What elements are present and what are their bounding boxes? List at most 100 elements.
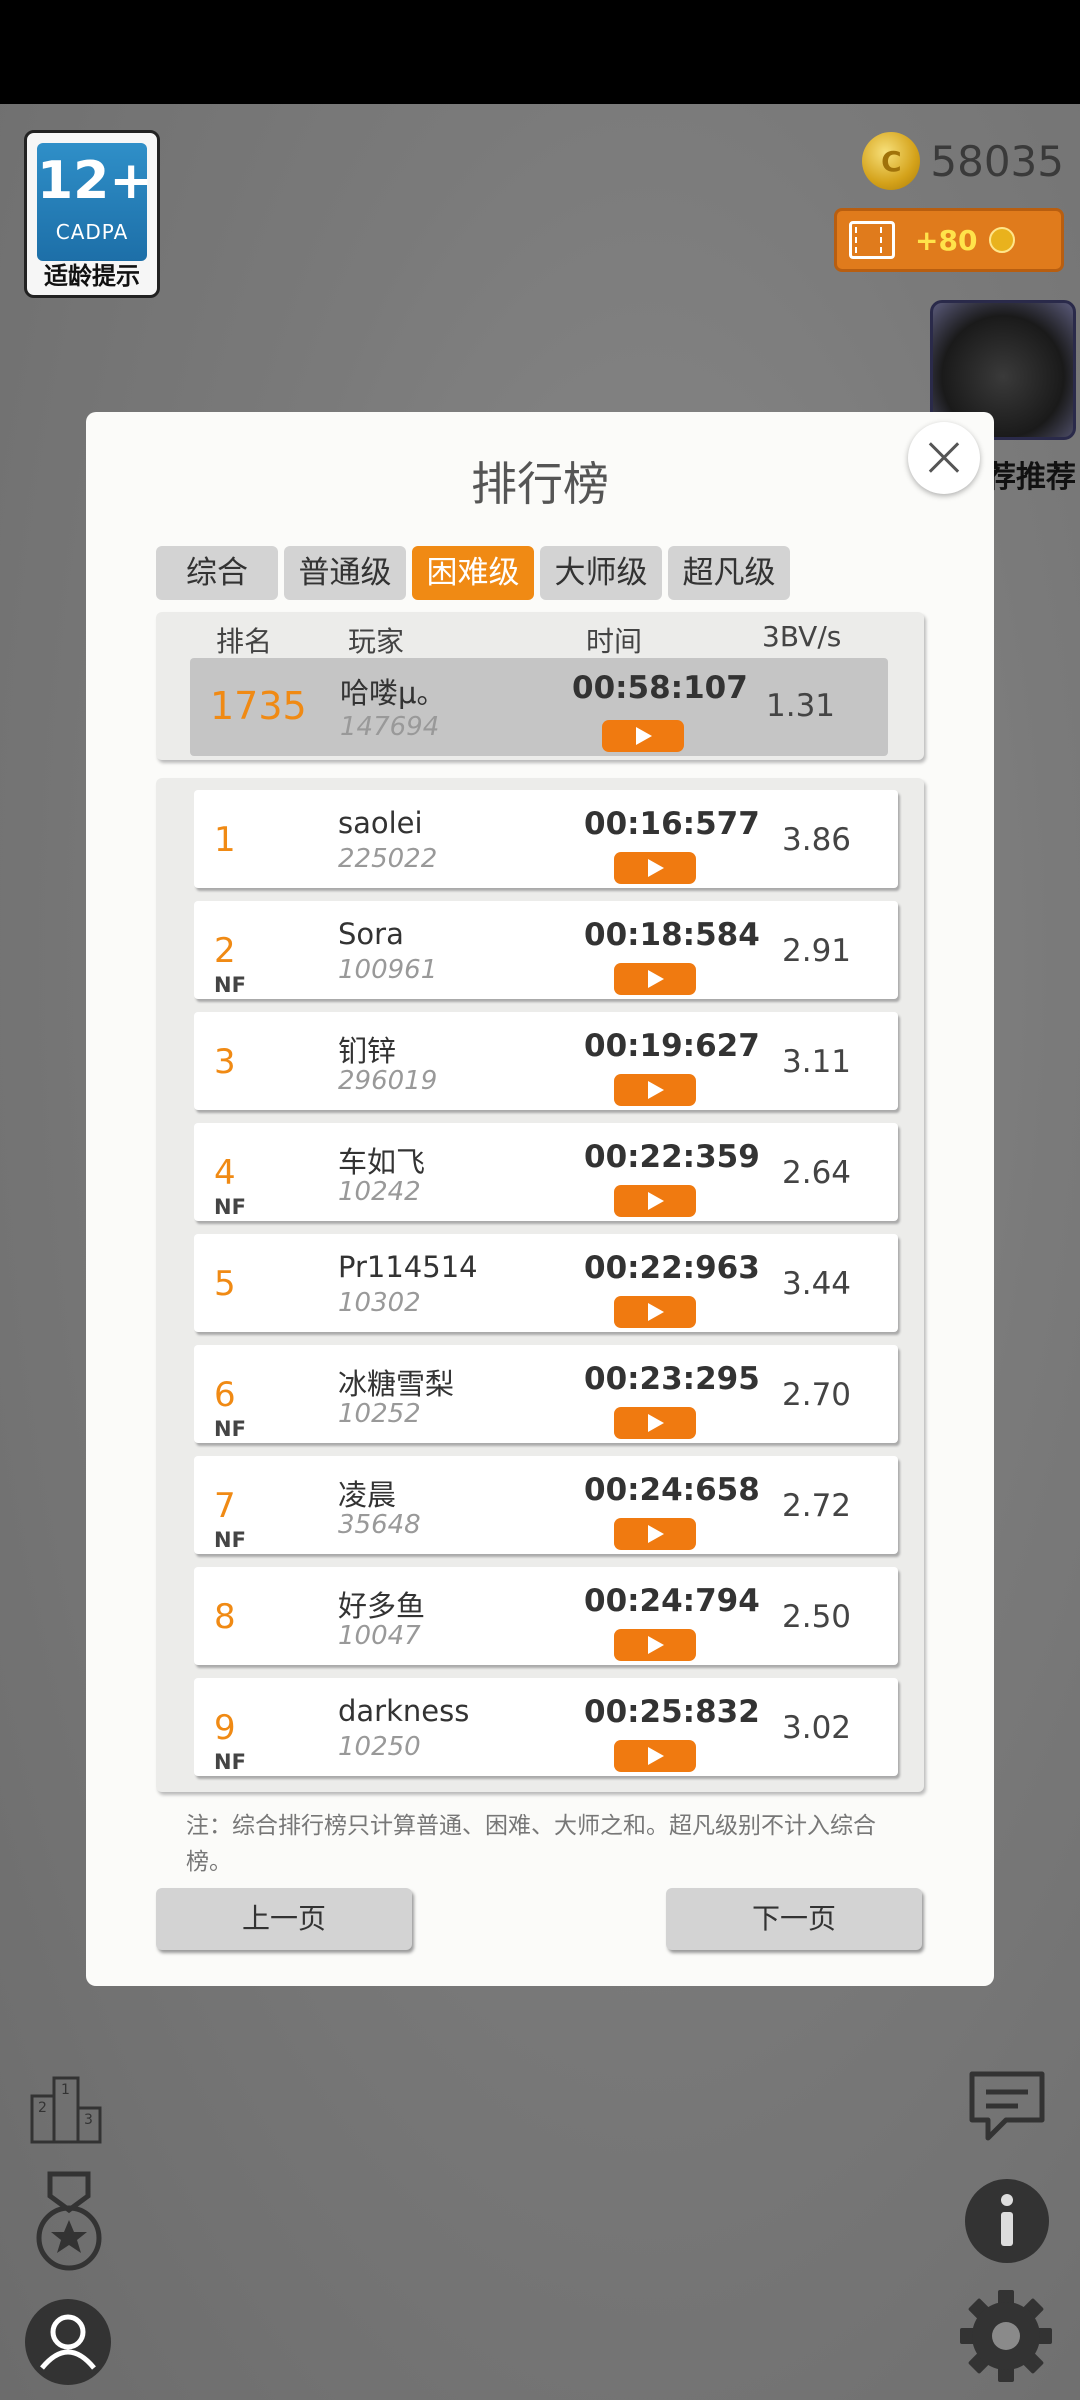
list-item: 5 Pr114514 10302 00:22:963 3.44	[194, 1234, 898, 1332]
entry-score: 10250	[338, 1732, 421, 1762]
entry-time: 00:23:295	[584, 1361, 760, 1397]
tab-hard[interactable]: 困难级	[412, 546, 534, 600]
entry-time: 00:24:658	[584, 1472, 760, 1508]
video-reward-amount: +80	[915, 223, 978, 257]
leaderboard-dialog: 排行榜 综合 普通级 困难级 大师级 超凡级 排名 玩家 时间 3BV/s 17…	[86, 412, 994, 1986]
entry-time: 00:22:359	[584, 1139, 760, 1175]
tab-overall[interactable]: 综合	[156, 546, 278, 600]
play-replay-button[interactable]	[614, 1740, 696, 1772]
entry-name: 好多鱼	[338, 1589, 426, 1623]
close-icon[interactable]	[908, 422, 980, 494]
entry-name: saolei	[338, 806, 423, 840]
entry-rate: 2.70	[782, 1377, 852, 1413]
entry-nf: NF	[214, 1528, 246, 1552]
entry-rank: 3	[214, 1042, 236, 1082]
gear-icon[interactable]	[958, 2288, 1054, 2384]
video-icon	[849, 221, 895, 259]
chat-icon[interactable]	[966, 2068, 1048, 2144]
header-rank: 排名	[216, 625, 273, 658]
entry-score: 35648	[338, 1510, 421, 1540]
entry-name: Sora	[338, 917, 404, 951]
tab-normal[interactable]: 普通级	[284, 546, 406, 600]
play-replay-button[interactable]	[614, 963, 696, 995]
medal-icon[interactable]	[30, 2170, 108, 2274]
entry-nf: NF	[214, 1195, 246, 1219]
play-replay-button[interactable]	[614, 1185, 696, 1217]
play-replay-button[interactable]	[614, 852, 696, 884]
play-replay-button[interactable]	[614, 1629, 696, 1661]
list-item: 2 NF Sora 100961 00:18:584 2.91	[194, 901, 898, 999]
entry-rate: 2.64	[782, 1155, 852, 1191]
watch-video-reward-button[interactable]: +80	[834, 208, 1064, 272]
entry-name: Pr114514	[338, 1250, 478, 1284]
entry-rank: 5	[214, 1264, 236, 1304]
entry-nf: NF	[214, 1417, 246, 1441]
prev-page-button[interactable]: 上一页	[156, 1888, 412, 1950]
list-item: 8 好多鱼 10047 00:24:794 2.50	[194, 1567, 898, 1665]
age-rating-number: 12+	[37, 151, 153, 211]
entry-nf: NF	[214, 1750, 246, 1774]
list-item: 1 saolei 225022 00:16:577 3.86	[194, 790, 898, 888]
entry-nf: NF	[214, 973, 246, 997]
tab-master[interactable]: 大师级	[540, 546, 662, 600]
entry-time: 00:25:832	[584, 1694, 760, 1730]
coin-icon: C	[862, 132, 921, 190]
my-score: 147694	[340, 712, 440, 742]
coin-balance: C 58035	[862, 132, 1064, 190]
my-rate: 1.31	[766, 688, 836, 724]
next-page-button[interactable]: 下一页	[666, 1888, 922, 1950]
difficulty-tabs: 综合 普通级 困难级 大师级 超凡级	[156, 546, 796, 600]
list-item: 9 NF darkness 10250 00:25:832 3.02	[194, 1678, 898, 1776]
play-replay-button[interactable]	[614, 1518, 696, 1550]
header-time: 时间	[586, 625, 643, 658]
play-replay-button[interactable]	[602, 720, 684, 752]
leaderboard-list: 1 saolei 225022 00:16:577 3.86 2 NF Sora…	[156, 778, 924, 1792]
entry-time: 00:16:577	[584, 806, 760, 842]
svg-text:3: 3	[84, 2112, 93, 2128]
recommend-label: 荐推荐	[986, 460, 1076, 495]
entry-name: 冰糖雪梨	[338, 1367, 455, 1401]
header-player: 玩家	[348, 625, 405, 658]
age-rating-badge[interactable]: 12+ CADPA 适龄提示	[24, 130, 160, 298]
entry-rate: 3.44	[782, 1266, 852, 1302]
entry-time: 00:24:794	[584, 1583, 760, 1619]
my-time: 00:58:107	[572, 670, 748, 706]
info-icon[interactable]	[964, 2178, 1050, 2264]
dialog-title: 排行榜	[471, 457, 609, 511]
entry-name: 凌晨	[338, 1478, 397, 1512]
entry-rank: 6	[214, 1375, 236, 1415]
age-rating-label: 适龄提示	[44, 262, 140, 290]
entry-rank: 8	[214, 1597, 236, 1637]
svg-text:2: 2	[38, 2100, 47, 2116]
entry-score: 10302	[338, 1288, 421, 1318]
svg-text:1: 1	[61, 2082, 70, 2098]
my-name: 哈喽μ。	[340, 676, 446, 710]
entry-rate: 2.50	[782, 1599, 852, 1635]
list-item: 3 钔锌 296019 00:19:627 3.11	[194, 1012, 898, 1110]
entry-score: 296019	[338, 1066, 438, 1096]
header-rate: 3BV/s	[762, 620, 842, 653]
entry-rate: 3.86	[782, 822, 852, 858]
status-bar	[0, 0, 1080, 104]
entry-score: 10047	[338, 1621, 421, 1651]
entry-rank: 1	[214, 820, 236, 860]
entry-time: 00:22:963	[584, 1250, 760, 1286]
play-replay-button[interactable]	[614, 1296, 696, 1328]
entry-score: 100961	[338, 955, 438, 985]
list-item: 7 NF 凌晨 35648 00:24:658 2.72	[194, 1456, 898, 1554]
podium-icon[interactable]: 12 3	[28, 2074, 106, 2144]
entry-rate: 2.72	[782, 1488, 852, 1524]
entry-name: darkness	[338, 1694, 470, 1728]
profile-icon[interactable]	[22, 2296, 114, 2388]
entry-rank: 7	[214, 1486, 236, 1526]
my-ranking-row: 1735 哈喽μ。 147694 00:58:107 1.31	[190, 658, 888, 756]
entry-score: 10242	[338, 1177, 421, 1207]
entry-rate: 3.11	[782, 1044, 852, 1080]
entry-score: 225022	[338, 844, 438, 874]
play-replay-button[interactable]	[614, 1407, 696, 1439]
leaderboard-note: 注：综合排行榜只计算普通、困难、大师之和。超凡级别不计入综合榜。	[186, 1813, 876, 1875]
coin-icon	[989, 227, 1016, 253]
play-replay-button[interactable]	[614, 1074, 696, 1106]
age-rating-org: CADPA	[55, 220, 129, 244]
tab-extreme[interactable]: 超凡级	[668, 546, 790, 600]
